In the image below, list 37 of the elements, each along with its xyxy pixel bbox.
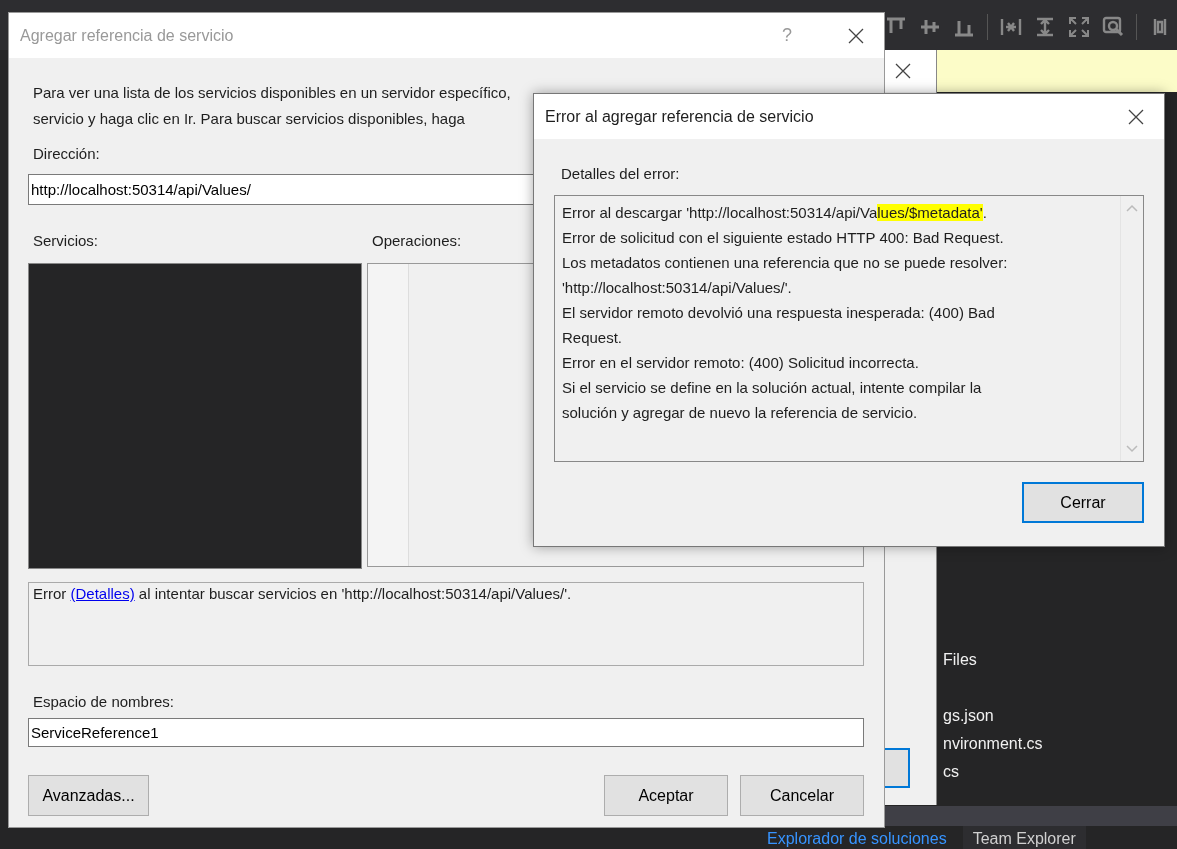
error-line: solución y agregar de nuevo la referencia de servicio.: [562, 403, 919, 423]
error-line: Si el servicio se define en la solución actual, intente compilar la: [562, 378, 983, 398]
close-icon[interactable]: [895, 63, 911, 79]
description-line: servicio y haga clic en Ir. Para buscar servicios disponibles, haga: [33, 109, 465, 129]
tree-item[interactable]: gs.json: [943, 702, 1043, 730]
error-line: Request.: [562, 328, 624, 348]
error-line: Error de solicitud con el siguiente estado HTTP 400: Bad Request.: [562, 228, 1005, 248]
field-label: Dirección:: [32, 144, 101, 164]
dialog-button[interactable]: Cancelar: [740, 775, 864, 816]
tree-item[interactable]: Files: [943, 646, 1043, 674]
field-label: Servicios:: [32, 231, 99, 251]
namespace-field[interactable]: ServiceReference1: [28, 718, 864, 747]
close-dialog-button[interactable]: Cerrar: [1022, 482, 1144, 523]
tree-item[interactable]: cs: [943, 758, 1043, 786]
height-icon[interactable]: [1034, 16, 1056, 38]
spacing-icon[interactable]: [1000, 16, 1022, 38]
tree-item[interactable]: nvironment.cs: [943, 730, 1043, 758]
description-line: Para ver una lista de los servicios disponibles en un servidor específico,: [33, 83, 511, 103]
error-line: Error al descargar 'http://localhost:50314/api/Values/$metadata'.: [562, 203, 988, 223]
error-line: Error en el servidor remoto: (400) Solicitud incorrecta.: [562, 353, 920, 373]
field-label: Operaciones:: [371, 231, 462, 251]
error-line: Los metadatos contienen una referencia que no se puede resolver:: [562, 253, 1009, 273]
window-title: Error al agregar referencia de servicio: [545, 107, 815, 126]
dialog-button[interactable]: Avanzadas...: [28, 775, 149, 816]
zoom-icon[interactable]: [1102, 16, 1124, 38]
dialog-button[interactable]: Aceptar: [604, 775, 728, 816]
panel-tab[interactable]: Team Explorer: [962, 826, 1086, 849]
status-message: Error (Detalles) al intentar buscar servicios en 'http://localhost:50314/api/Values/'.: [28, 582, 864, 666]
close-button[interactable]: [1128, 108, 1144, 125]
expand-icon[interactable]: [1068, 16, 1090, 38]
window-title: Agregar referencia de servicio: [20, 26, 235, 45]
field-label: Espacio de nombres:: [32, 692, 175, 712]
details-link[interactable]: (Detalles): [70, 585, 135, 602]
dialog-button[interactable]: [885, 748, 910, 788]
error-line: 'http://localhost:50314/api/Values/'.: [562, 278, 793, 298]
error-line: El servidor remoto devolvió una respuesta inesperada: (400) Bad: [562, 303, 996, 323]
close-button[interactable]: [848, 27, 864, 44]
